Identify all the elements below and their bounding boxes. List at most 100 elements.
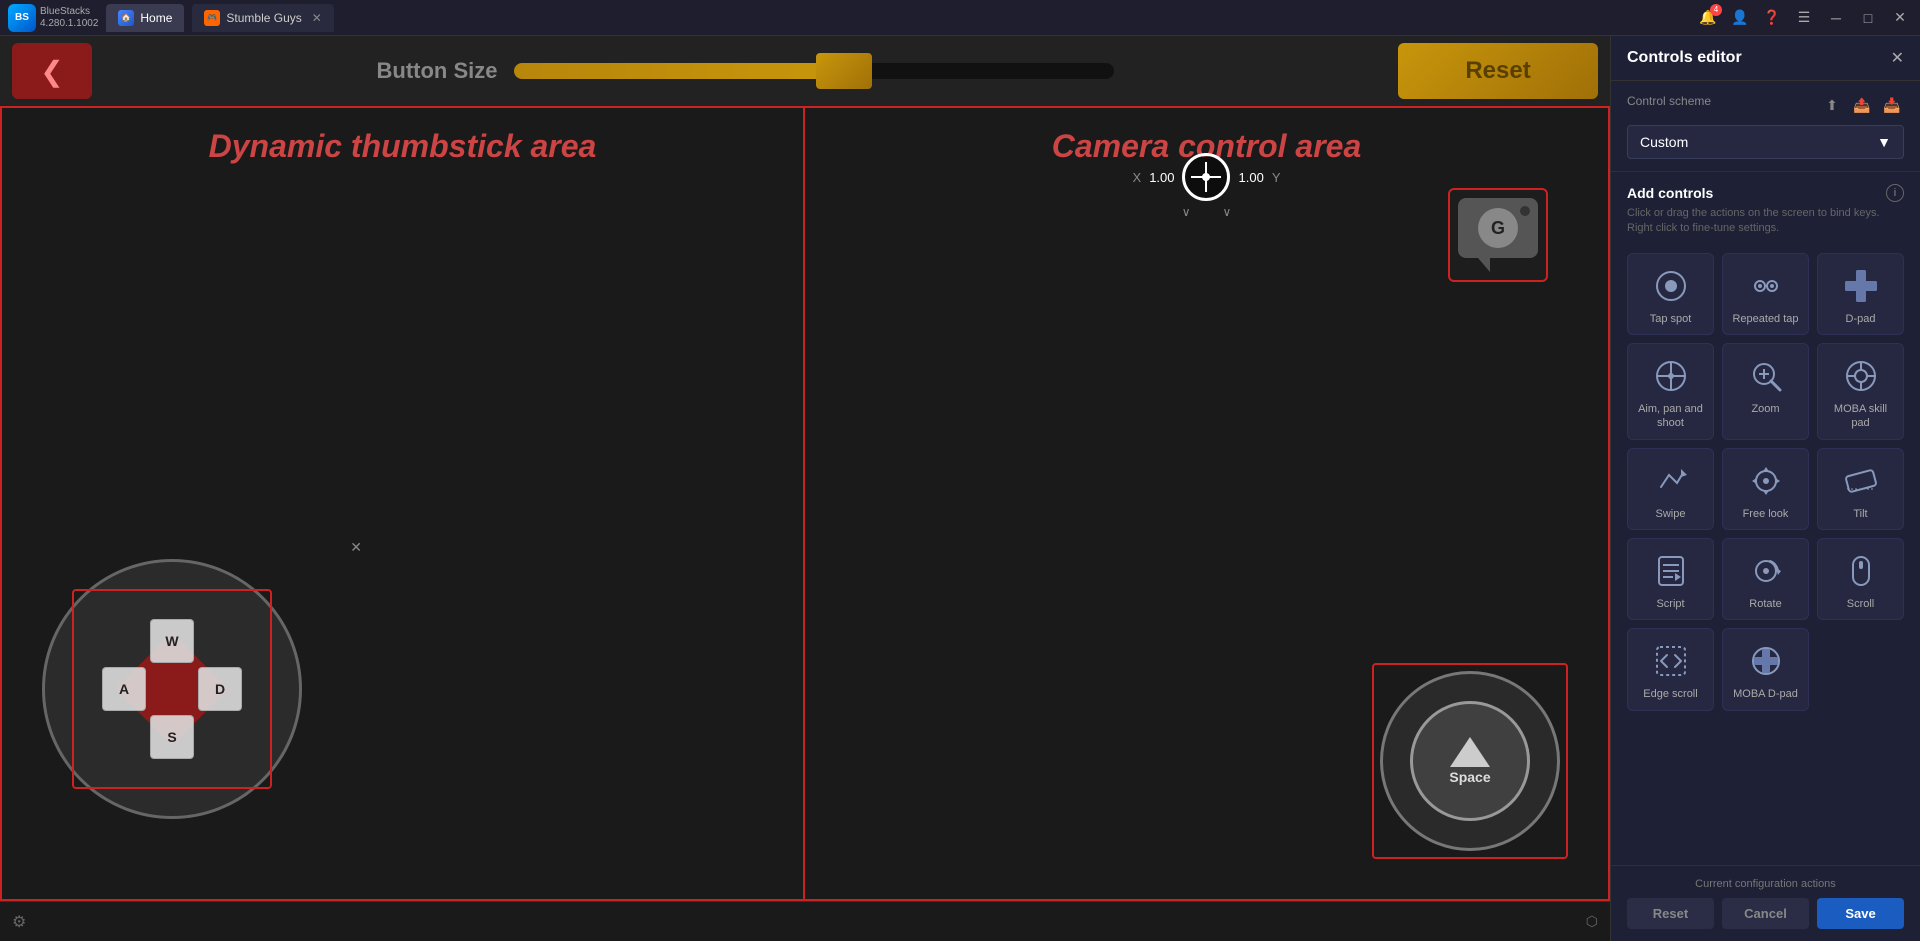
bluestacks-logo: BS BlueStacks 4.280.1.1002 [8, 4, 98, 32]
slider-thumb[interactable] [816, 53, 872, 89]
dpad-key-up[interactable]: W [150, 619, 194, 663]
script-icon [1651, 551, 1691, 591]
dpad-icon [1841, 266, 1881, 306]
dpad-key-right[interactable]: D [198, 667, 242, 711]
add-controls-header: Add controls i [1627, 184, 1904, 202]
g-control[interactable]: G [1448, 188, 1548, 282]
notifications-button[interactable]: 🔔 4 [1696, 6, 1720, 30]
button-size-container: Button Size [104, 51, 1386, 91]
scheme-dropdown[interactable]: Custom ▼ [1627, 125, 1904, 159]
home-tab-icon: 🏠 [118, 10, 134, 26]
control-zoom[interactable]: Zoom [1722, 343, 1809, 440]
panel-header: Controls editor ✕ [1611, 36, 1920, 81]
reset-top-button[interactable]: Reset [1398, 43, 1598, 99]
script-label: Script [1656, 597, 1684, 611]
space-triangle-icon [1450, 737, 1490, 767]
g-button-shape: G [1458, 198, 1538, 258]
crosshair-icon[interactable] [1183, 153, 1231, 201]
control-moba-skill-pad[interactable]: MOBA skill pad [1817, 343, 1904, 440]
left-zone-label: Dynamic thumbstick area [209, 128, 597, 165]
account-button[interactable]: 👤 [1728, 6, 1752, 30]
main-content: ❮ Button Size Reset Dynamic thumbstick a… [0, 36, 1920, 941]
free-look-icon [1746, 461, 1786, 501]
control-free-look[interactable]: Free look [1722, 448, 1809, 530]
control-script[interactable]: Script [1627, 538, 1714, 620]
space-inner: Space [1410, 701, 1530, 821]
footer-cancel-button[interactable]: Cancel [1722, 898, 1809, 929]
title-bar: BS BlueStacks 4.280.1.1002 🏠 Home 🎮 Stum… [0, 0, 1920, 36]
add-controls-title: Add controls [1627, 185, 1713, 201]
panel-close-button[interactable]: ✕ [1891, 48, 1904, 68]
settings-icon[interactable]: ⚙ [12, 912, 26, 932]
right-zone: Camera control area X 1.00 1.00 Y [805, 106, 1610, 901]
minimize-button[interactable]: ─ [1824, 6, 1848, 30]
scroll-label: Scroll [1847, 597, 1875, 611]
edge-scroll-label: Edge scroll [1643, 687, 1697, 701]
dpad-label: D-pad [1846, 312, 1876, 326]
play-area: Dynamic thumbstick area ✕ [0, 106, 1610, 901]
g-button-circle: G [1478, 208, 1518, 248]
maximize-button[interactable]: □ [1856, 6, 1880, 30]
control-edge-scroll[interactable]: Edge scroll [1627, 628, 1714, 710]
menu-button[interactable]: ☰ [1792, 6, 1816, 30]
control-tap-spot[interactable]: Tap spot [1627, 253, 1714, 335]
panel-footer: Current configuration actions Reset Canc… [1611, 865, 1920, 941]
left-zone: Dynamic thumbstick area ✕ [0, 106, 805, 901]
scheme-selected: Custom [1640, 134, 1688, 150]
tab-home[interactable]: 🏠 Home [106, 4, 184, 32]
control-scroll[interactable]: Scroll [1817, 538, 1904, 620]
space-control[interactable]: Space [1372, 663, 1568, 859]
scheme-upload-icon[interactable]: ⬆ [1820, 93, 1844, 117]
dpad-cross: W A D S [102, 619, 242, 759]
rotate-icon [1746, 551, 1786, 591]
scheme-import-icon[interactable]: 📥 [1880, 93, 1904, 117]
control-moba-dpad[interactable]: MOBA D-pad [1722, 628, 1809, 710]
g-dot [1520, 206, 1530, 216]
add-controls-section: Add controls i Click or drag the actions… [1611, 172, 1920, 865]
scheme-export-icon[interactable]: 📤 [1850, 93, 1874, 117]
dpad-key-left[interactable]: A [102, 667, 146, 711]
footer-reset-button[interactable]: Reset [1627, 898, 1714, 929]
space-outer-circle: Space [1380, 671, 1560, 851]
aim-pan-shoot-icon [1651, 356, 1691, 396]
window-controls: 🔔 4 👤 ❓ ☰ ─ □ ✕ [1696, 6, 1912, 30]
control-rotate[interactable]: Rotate [1722, 538, 1809, 620]
close-tab-icon[interactable]: ✕ [312, 11, 322, 25]
control-dpad[interactable]: D-pad [1817, 253, 1904, 335]
tilt-icon [1841, 461, 1881, 501]
tab-stumble-guys[interactable]: 🎮 Stumble Guys ✕ [192, 4, 333, 32]
back-button[interactable]: ❮ [12, 43, 92, 99]
control-tilt[interactable]: Tilt [1817, 448, 1904, 530]
zoom-label: Zoom [1751, 402, 1779, 416]
dpad-close[interactable]: ✕ [350, 539, 362, 556]
swipe-icon [1651, 461, 1691, 501]
aim-pan-shoot-label: Aim, pan and shoot [1634, 402, 1707, 431]
add-controls-info-icon[interactable]: i [1886, 184, 1904, 202]
button-size-label: Button Size [377, 58, 498, 84]
scroll-icon [1841, 551, 1881, 591]
dpad-inner: W A D S [45, 562, 299, 816]
footer-actions: Reset Cancel Save [1627, 898, 1904, 929]
speech-tail [1478, 258, 1490, 272]
button-size-slider[interactable] [514, 51, 1114, 91]
control-repeated-tap[interactable]: Repeated tap [1722, 253, 1809, 335]
panel-title: Controls editor [1627, 49, 1742, 67]
notification-badge: 4 [1710, 4, 1722, 16]
footer-config-label: Current configuration actions [1627, 878, 1904, 890]
control-swipe[interactable]: Swipe [1627, 448, 1714, 530]
back-arrow-icon: ❮ [40, 55, 63, 88]
swipe-label: Swipe [1656, 507, 1686, 521]
repeated-tap-label: Repeated tap [1732, 312, 1798, 326]
help-button[interactable]: ❓ [1760, 6, 1784, 30]
control-aim-pan-shoot[interactable]: Aim, pan and shoot [1627, 343, 1714, 440]
game-topbar: ❮ Button Size Reset [0, 36, 1610, 106]
zoom-icon [1746, 356, 1786, 396]
footer-save-button[interactable]: Save [1817, 898, 1904, 929]
dpad-key-down[interactable]: S [150, 715, 194, 759]
close-button[interactable]: ✕ [1888, 6, 1912, 30]
crosshair-control: X 1.00 1.00 Y ∨ ∨ [1133, 153, 1281, 219]
controls-panel: Controls editor ✕ Control scheme ⬆ 📤 📥 C… [1610, 36, 1920, 941]
free-look-label: Free look [1743, 507, 1789, 521]
slider-track [514, 63, 1114, 79]
resize-icon[interactable]: ⬡ [1586, 913, 1598, 930]
